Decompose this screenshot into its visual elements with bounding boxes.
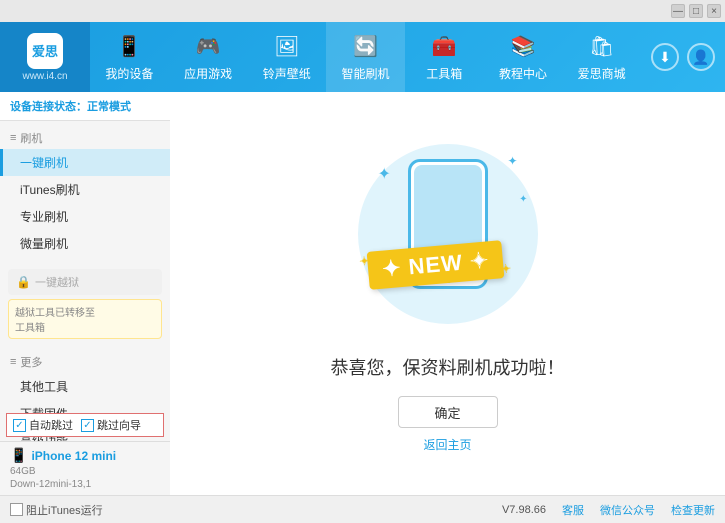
lock-icon: 🔒 — [16, 275, 31, 289]
phone-icon: 📱 — [10, 447, 27, 464]
toolbox-icon: 🧰 — [430, 33, 458, 61]
device-storage: 64GB — [10, 466, 160, 477]
nav-label-toolbox: 工具箱 — [426, 65, 462, 82]
checkbox-auto-jump-box[interactable]: ✓ — [13, 419, 26, 432]
smart-shop-icon: 🔄 — [352, 33, 380, 61]
user-button[interactable]: 👤 — [687, 43, 715, 71]
one-key-flash-label: 一键刷机 — [20, 154, 68, 171]
itunes-checkbox[interactable]: 阻止iTunes运行 — [10, 502, 103, 518]
wechat-link[interactable]: 微信公众号 — [600, 502, 655, 518]
section-icon-more: ≡ — [10, 356, 16, 368]
connection-label: 设备连接状态： — [10, 101, 87, 113]
customer-service-link[interactable]: 客服 — [562, 502, 584, 518]
shop-icon: 🛍 — [588, 33, 616, 61]
nav-item-apps-games[interactable]: 🎮 应用游戏 — [169, 22, 248, 92]
nav-item-tutorials[interactable]: 📚 教程中心 — [484, 22, 563, 92]
sparkle-top-right: ✦ — [507, 154, 517, 168]
sidebar-section-flash: ≡ 刷机 一键刷机 iTunes刷机 专业刷机 微量刷机 — [0, 121, 170, 259]
confirm-button[interactable]: 确定 — [398, 396, 498, 428]
close-button[interactable]: × — [707, 4, 721, 18]
nav-label-apps: 应用游戏 — [184, 65, 232, 82]
header: 爱思 www.i4.cn 📱 我的设备 🎮 应用游戏 🖼 铃声壁纸 🔄 智能刷机… — [0, 22, 725, 92]
checkbox-skip-wizard-box[interactable]: ✓ — [81, 419, 94, 432]
success-illustration: ✦ ✦ ✦ ✦ NEW ✦ — [348, 134, 548, 334]
device-name: 📱 iPhone 12 mini — [10, 447, 160, 464]
sidebar-section-jailbreak: 🔒 一键越狱 越狱工具已转移至工具箱 — [0, 259, 170, 345]
download-button[interactable]: ⬇ — [651, 43, 679, 71]
checkbox-skip-wizard[interactable]: ✓ 跳过向导 — [81, 417, 141, 433]
itunes-label: 阻止iTunes运行 — [26, 502, 103, 518]
content-area: ✦ ✦ ✦ ✦ NEW ✦ 恭喜您，保资料刷机成功啦！ 确定 返回主页 — [170, 92, 725, 495]
connection-status: 设备连接状态：正常模式 — [0, 92, 170, 121]
sparkle-top-left: ✦ — [378, 164, 391, 184]
minimize-button[interactable]: — — [671, 4, 685, 18]
nav-item-toolbox[interactable]: 🧰 工具箱 — [405, 22, 484, 92]
nav-items: 📱 我的设备 🎮 应用游戏 🖼 铃声壁纸 🔄 智能刷机 🧰 工具箱 📚 教程中心… — [90, 22, 641, 92]
other-tools-label: 其他工具 — [20, 378, 68, 395]
sidebar-wrapper: 设备连接状态：正常模式 ≡ 刷机 一键刷机 iTunes刷机 专业刷机 微 — [0, 92, 170, 495]
nav-item-wallpaper[interactable]: 🖼 铃声壁纸 — [247, 22, 326, 92]
logo[interactable]: 爱思 www.i4.cn — [0, 22, 90, 92]
jailbreak-locked: 🔒 一键越狱 — [8, 269, 162, 295]
sidebar-item-one-key-flash[interactable]: 一键刷机 — [0, 149, 170, 176]
nav-item-smart-shop[interactable]: 🔄 智能刷机 — [326, 22, 405, 92]
check-update-link[interactable]: 检查更新 — [671, 502, 715, 518]
section-icon-flash: ≡ — [10, 132, 16, 144]
status-left: 阻止iTunes运行 — [10, 502, 103, 518]
device-icon: 📱 — [115, 33, 143, 61]
tutorials-icon: 📚 — [509, 33, 537, 61]
apps-icon: 🎮 — [194, 33, 222, 61]
logo-icon: 爱思 — [27, 33, 63, 69]
sidebar-item-other-tools[interactable]: 其他工具 — [0, 373, 170, 400]
version-text: V7.98.66 — [502, 504, 546, 516]
section-title-more: ≡ 更多 — [0, 351, 170, 373]
checkbox-auto-jump[interactable]: ✓ 自动跳过 — [13, 417, 73, 433]
jailbreak-notice: 越狱工具已转移至工具箱 — [8, 299, 162, 339]
sidebar-item-micro-flash[interactable]: 微量刷机 — [0, 230, 170, 257]
sidebar-item-itunes-flash[interactable]: iTunes刷机 — [0, 176, 170, 203]
success-text: 恭喜您，保资料刷机成功啦！ — [331, 354, 565, 380]
itunes-flash-label: iTunes刷机 — [20, 181, 80, 198]
header-actions: ⬇ 👤 — [641, 43, 725, 71]
maximize-button[interactable]: □ — [689, 4, 703, 18]
micro-flash-label: 微量刷机 — [20, 235, 68, 252]
status-bar: 阻止iTunes运行 V7.98.66 客服 微信公众号 检查更新 — [0, 495, 725, 523]
logo-text: www.i4.cn — [22, 71, 67, 82]
sparkle-right: ✦ — [519, 194, 527, 205]
connection-value: 正常模式 — [87, 101, 131, 113]
device-model: Down-12mini-13,1 — [10, 479, 160, 490]
title-bar: — □ × — [0, 0, 725, 22]
sidebar-item-pro-flash[interactable]: 专业刷机 — [0, 203, 170, 230]
nav-label-tutorials: 教程中心 — [499, 65, 547, 82]
nav-label-my-device: 我的设备 — [105, 65, 153, 82]
section-title-flash: ≡ 刷机 — [0, 127, 170, 149]
back-link[interactable]: 返回主页 — [423, 436, 471, 453]
nav-label-shop: 爱思商城 — [578, 65, 626, 82]
pro-flash-label: 专业刷机 — [20, 208, 68, 225]
nav-label-wallpaper: 铃声壁纸 — [263, 65, 311, 82]
status-right: V7.98.66 客服 微信公众号 检查更新 — [502, 502, 715, 518]
main-layout: 设备连接状态：正常模式 ≡ 刷机 一键刷机 iTunes刷机 专业刷机 微 — [0, 92, 725, 495]
nav-label-smart-shop: 智能刷机 — [342, 65, 390, 82]
nav-item-shop[interactable]: 🛍 爱思商城 — [562, 22, 641, 92]
wallpaper-icon: 🖼 — [273, 33, 301, 61]
nav-item-my-device[interactable]: 📱 我的设备 — [90, 22, 169, 92]
